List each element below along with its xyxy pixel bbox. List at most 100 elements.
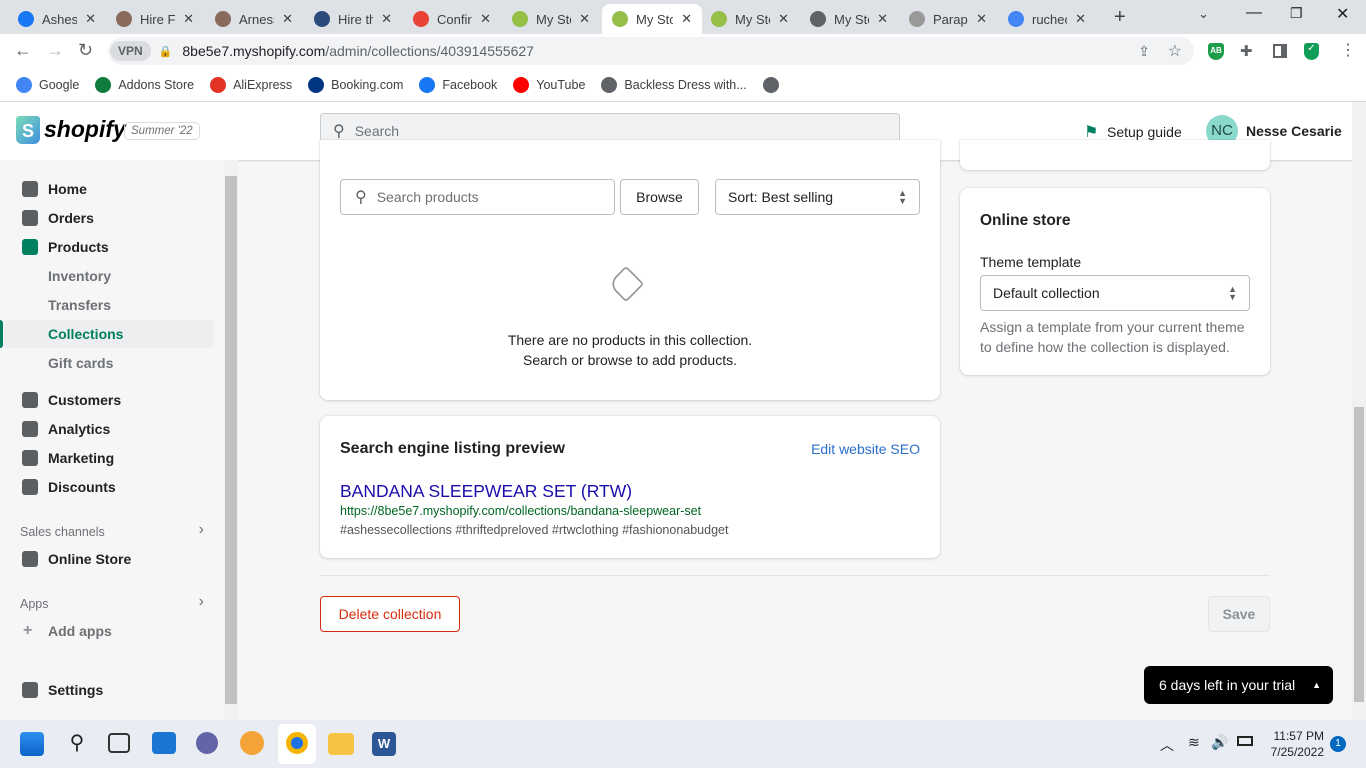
browser-tab[interactable]: My Sto ✕ — [800, 4, 898, 34]
start-icon[interactable] — [20, 732, 44, 756]
browser-icon[interactable] — [240, 731, 264, 755]
forward-icon[interactable]: → — [46, 40, 64, 61]
sidebar-item[interactable]: Gift cards — [0, 349, 214, 377]
tray-chevron-icon[interactable]: ︿ — [1160, 735, 1174, 755]
omnibox[interactable]: VPN 🔒 8be5e7.myshopify.com/admin/collect… — [108, 37, 1194, 65]
sort-select[interactable]: Sort: Best selling ▲ ▼ — [715, 179, 920, 215]
browser-tab[interactable]: Hire Fi ✕ — [106, 4, 204, 34]
browser-tab[interactable]: Hire th ✕ — [304, 4, 402, 34]
sidebar-item[interactable]: Transfers — [0, 291, 214, 319]
side-panel-icon[interactable] — [1273, 44, 1287, 58]
shopify-logo[interactable]: shopify — [44, 116, 126, 143]
edit-seo-link[interactable]: Edit website SEO — [811, 441, 920, 457]
tab-close-icon[interactable]: ✕ — [480, 11, 491, 27]
restore-button[interactable]: ❐ — [1290, 5, 1303, 22]
globe-icon[interactable] — [762, 76, 779, 93]
browser-tab[interactable]: Arness ✕ — [205, 4, 303, 34]
tab-close-icon[interactable]: ✕ — [877, 11, 888, 27]
bookmark-item[interactable]: AliExpress — [210, 76, 292, 93]
bookmark-item[interactable]: Addons Store — [95, 76, 194, 93]
chrome-active-icon[interactable] — [278, 724, 316, 764]
bookmark-item[interactable]: Booking.com — [308, 76, 403, 93]
tab-close-icon[interactable]: ✕ — [282, 11, 293, 27]
bookmark-item[interactable]: YouTube — [513, 76, 585, 93]
browser-tab[interactable]: ruchec ✕ — [998, 4, 1096, 34]
minimize-button[interactable]: — — [1246, 4, 1262, 22]
chevron-right-icon[interactable]: › — [199, 593, 204, 611]
main-scrollbar[interactable] — [1352, 102, 1366, 720]
setup-guide-link[interactable]: Setup guide — [1107, 124, 1182, 140]
sidebar-item[interactable]: + Add apps — [0, 617, 214, 645]
browser-tab[interactable]: My Sto ✕ — [502, 4, 600, 34]
browser-tab[interactable]: My Sto ✕ — [602, 4, 702, 34]
file-explorer-icon[interactable] — [328, 733, 354, 755]
extensions-icon[interactable]: ✚ — [1240, 42, 1253, 60]
lock-icon[interactable]: 🔒 — [159, 45, 173, 58]
edition-badge[interactable]: Summer '22 — [124, 122, 200, 140]
browser-tab[interactable]: Paraph ✕ — [899, 4, 997, 34]
bookmark-favicon-icon — [419, 76, 436, 93]
back-icon[interactable]: ← — [14, 40, 32, 61]
sidebar-scrollbar[interactable] — [224, 160, 238, 720]
sales-channels-header[interactable]: Sales channels › — [20, 521, 204, 539]
share-icon[interactable]: ⇪ — [1138, 43, 1150, 60]
sidebar-item[interactable]: Marketing — [0, 444, 214, 472]
notification-badge[interactable]: 1 — [1330, 736, 1346, 752]
browser-tab[interactable]: Confirm ✕ — [403, 4, 501, 34]
tab-close-icon[interactable]: ✕ — [681, 11, 692, 27]
wifi-icon[interactable]: ≋ — [1188, 734, 1200, 751]
sidebar-item[interactable]: Products — [0, 233, 214, 261]
tab-close-icon[interactable]: ✕ — [778, 11, 789, 27]
shield-extension-icon[interactable]: ✓ — [1304, 43, 1319, 60]
clock[interactable]: 11:57 PM 7/25/2022 — [1262, 728, 1324, 760]
tab-close-icon[interactable]: ✕ — [579, 11, 590, 27]
task-view-icon[interactable] — [108, 733, 130, 753]
tab-close-icon[interactable]: ✕ — [85, 11, 96, 27]
sidebar-item[interactable]: Collections — [4, 320, 214, 348]
browser-tab[interactable]: My Sto ✕ — [701, 4, 799, 34]
tab-close-icon[interactable]: ✕ — [183, 11, 194, 27]
chat-icon[interactable] — [196, 732, 218, 754]
search-products-input[interactable]: ⚲ Search products — [340, 179, 615, 215]
url-host: 8be5e7.myshopify.com — [182, 43, 326, 59]
battery-icon[interactable] — [1237, 736, 1253, 746]
tab-close-icon[interactable]: ✕ — [1075, 11, 1086, 27]
delete-collection-button[interactable]: Delete collection — [320, 596, 460, 632]
menu-icon[interactable]: ⋮ — [1340, 40, 1356, 60]
sidebar-item[interactable]: Inventory — [0, 262, 214, 290]
browse-button[interactable]: Browse — [620, 179, 699, 215]
chevron-right-icon[interactable]: › — [199, 521, 204, 539]
bookmark-star-icon[interactable]: ☆ — [1168, 41, 1182, 61]
apps-header[interactable]: Apps › — [20, 593, 204, 611]
adblock-extension-icon[interactable]: AB — [1208, 43, 1224, 60]
tab-close-icon[interactable]: ✕ — [976, 11, 987, 27]
sidebar-item[interactable]: Discounts — [0, 473, 214, 501]
browser-tab-strip: Ashesse✕Hire Fi✕Arness✕Hire th✕Confirm✕M… — [0, 0, 1366, 34]
browser-tab[interactable]: Ashesse ✕ — [8, 4, 106, 34]
sidebar-item[interactable]: Customers — [0, 386, 214, 414]
sidebar-item[interactable]: Settings — [0, 676, 214, 704]
theme-template-select[interactable]: Default collection ▲ ▼ — [980, 275, 1250, 311]
sidebar-item[interactable]: Orders — [0, 204, 214, 232]
bookmark-item[interactable]: Facebook — [419, 76, 497, 93]
search-icon: ⚲ — [333, 123, 345, 140]
new-tab-button[interactable]: + — [1114, 6, 1126, 29]
close-window-button[interactable]: ✕ — [1336, 4, 1349, 24]
vpn-badge[interactable]: VPN — [110, 41, 151, 61]
search-icon[interactable]: ⚲ — [64, 730, 90, 756]
sidebar-item[interactable]: Online Store — [0, 545, 214, 573]
bookmark-item[interactable]: Backless Dress with... — [601, 76, 747, 93]
user-name[interactable]: Nesse Cesarie — [1246, 123, 1342, 139]
trial-banner[interactable]: 6 days left in your trial ▲ — [1144, 666, 1333, 704]
tab-search-icon[interactable]: ⌄ — [1198, 6, 1209, 22]
sidebar-item[interactable]: Analytics — [0, 415, 214, 443]
tab-close-icon[interactable]: ✕ — [381, 11, 392, 27]
save-button[interactable]: Save — [1208, 596, 1270, 632]
widgets-icon[interactable] — [152, 732, 176, 754]
word-icon[interactable]: W — [372, 732, 396, 756]
volume-icon[interactable]: 🔊 — [1211, 734, 1228, 751]
bookmark-item[interactable]: Google — [16, 76, 79, 93]
reload-icon[interactable]: ↻ — [78, 40, 93, 61]
theme-template-label: Theme template — [980, 254, 1082, 270]
sidebar-item[interactable]: Home — [0, 175, 214, 203]
